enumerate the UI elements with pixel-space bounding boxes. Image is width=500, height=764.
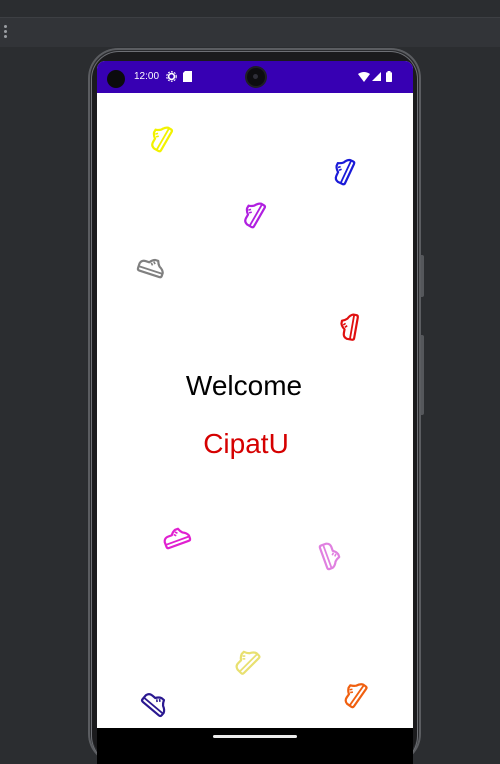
sneaker-icon xyxy=(157,519,195,557)
ide-toolbar xyxy=(0,0,500,47)
device-screen: 12:00 Welcome CipatU xyxy=(97,61,413,764)
settings-gear-icon xyxy=(166,71,177,82)
sneaker-icon xyxy=(332,310,367,345)
front-camera-icon xyxy=(247,68,265,86)
brand-name: CipatU xyxy=(203,428,289,459)
status-bar: 12:00 xyxy=(97,61,413,93)
kebab-menu-icon[interactable] xyxy=(2,25,8,39)
welcome-text: Welcome xyxy=(185,370,303,401)
sneaker-icon xyxy=(225,640,267,682)
wifi-icon xyxy=(358,72,370,82)
sd-card-icon xyxy=(183,71,192,82)
ide-toolbar-strip xyxy=(0,17,500,47)
volume-button[interactable] xyxy=(421,255,424,297)
sneaker-icon xyxy=(140,118,181,159)
sneaker-icon xyxy=(134,682,176,724)
navigation-bar xyxy=(97,728,413,764)
sneaker-icon xyxy=(233,194,274,235)
status-time: 12:00 xyxy=(134,71,160,82)
cellular-signal-icon xyxy=(372,72,381,81)
sneaker-icon xyxy=(333,673,375,715)
sneaker-icon xyxy=(323,151,363,191)
power-button[interactable] xyxy=(421,335,424,415)
sneaker-icon xyxy=(311,536,349,574)
battery-icon xyxy=(386,71,392,82)
screen-corner-dot xyxy=(107,70,125,88)
home-gesture-handle[interactable] xyxy=(213,735,297,738)
sneaker-icon xyxy=(132,248,170,286)
